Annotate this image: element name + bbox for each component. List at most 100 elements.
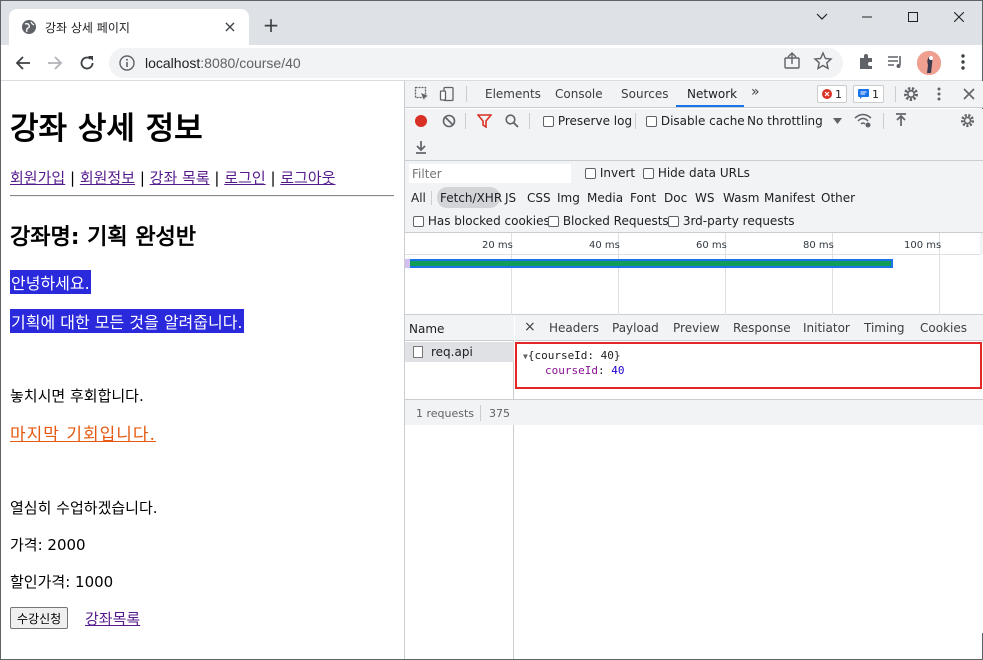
share-icon[interactable] bbox=[783, 52, 801, 70]
preserve-log-checkbox[interactable] bbox=[543, 116, 554, 127]
network-filter-bar: Invert Hide data URLs All Fetch/XHR JS C… bbox=[405, 161, 983, 233]
network-toolbar: Preserve log Disable cache No throttling bbox=[405, 109, 983, 161]
tab-strip: 강좌 상세 페이지 × + bbox=[1, 1, 982, 45]
has-blocked-cookies-checkbox[interactable] bbox=[413, 216, 424, 227]
tab-sources[interactable]: Sources bbox=[621, 87, 668, 101]
filter-input[interactable] bbox=[409, 164, 571, 183]
forward-arrow-icon[interactable] bbox=[41, 49, 69, 77]
course-title: 강좌명: 기획 완성반 bbox=[10, 225, 197, 250]
throttling-dropdown-icon[interactable] bbox=[833, 118, 842, 124]
tab-close-icon[interactable]: × bbox=[221, 18, 239, 36]
device-toolbar-icon[interactable] bbox=[439, 86, 455, 102]
throttling-select[interactable]: No throttling bbox=[747, 114, 823, 128]
json-root-node[interactable]: ▼{courseId: 40} bbox=[523, 349, 621, 362]
request-list-header[interactable]: Name bbox=[405, 315, 514, 341]
dont-miss-text: 놓치시면 후회합니다. bbox=[10, 387, 144, 405]
network-settings-gear-icon[interactable] bbox=[960, 113, 975, 128]
new-tab-button[interactable]: + bbox=[259, 13, 283, 37]
clear-icon[interactable] bbox=[442, 114, 456, 128]
network-timeline-overview[interactable]: 20 ms 40 ms 60 ms 80 ms 100 ms bbox=[405, 233, 983, 315]
third-party-label: 3rd-party requests bbox=[682, 214, 795, 228]
filter-funnel-icon[interactable] bbox=[477, 114, 492, 128]
filter-type-ws[interactable]: WS bbox=[695, 191, 714, 205]
detail-tab-initiator[interactable]: Initiator bbox=[803, 321, 850, 335]
hide-data-urls-checkbox[interactable] bbox=[643, 168, 654, 179]
detail-tab-preview[interactable]: Preview bbox=[673, 321, 720, 335]
nav-link-member-info[interactable]: 회원정보 bbox=[80, 169, 135, 187]
filter-type-manifest[interactable]: Manifest bbox=[764, 191, 815, 205]
filter-type-js[interactable]: JS bbox=[505, 191, 516, 205]
detail-tab-response[interactable]: Response bbox=[733, 321, 791, 335]
bookmark-star-icon[interactable] bbox=[813, 51, 833, 71]
has-blocked-cookies-label: Has blocked cookies bbox=[427, 214, 550, 228]
inspect-element-icon[interactable] bbox=[414, 86, 430, 102]
third-party-checkbox[interactable] bbox=[668, 216, 679, 227]
info-icon[interactable] bbox=[119, 55, 135, 71]
json-value: 40 bbox=[611, 364, 625, 377]
minimize-icon[interactable] bbox=[844, 1, 890, 33]
tab-console[interactable]: Console bbox=[555, 87, 603, 101]
profile-avatar[interactable] bbox=[917, 51, 941, 75]
filter-type-fetch-xhr[interactable]: Fetch/XHR bbox=[440, 191, 502, 205]
message-count-badge[interactable]: 1 bbox=[853, 85, 884, 103]
devtools-menu-icon[interactable] bbox=[931, 86, 947, 102]
nav-link-login[interactable]: 로그인 bbox=[224, 169, 265, 187]
tab-elements[interactable]: Elements bbox=[485, 87, 541, 101]
course-list-link[interactable]: 강좌목록 bbox=[85, 608, 140, 629]
detail-tab-bar: × Headers Payload Preview Response Initi… bbox=[515, 315, 983, 341]
json-property: courseId: 40 bbox=[545, 364, 625, 377]
has-blocked-cookies-toggle[interactable]: Has blocked cookies bbox=[413, 214, 550, 228]
detail-tab-payload[interactable]: Payload bbox=[612, 321, 659, 335]
more-menu-icon[interactable] bbox=[955, 53, 971, 71]
tab-search-icon[interactable] bbox=[799, 1, 845, 33]
blocked-requests-checkbox[interactable] bbox=[548, 216, 559, 227]
detail-tab-timing[interactable]: Timing bbox=[864, 321, 905, 335]
record-icon[interactable] bbox=[414, 114, 428, 128]
error-count-badge[interactable]: 1 bbox=[817, 85, 847, 103]
disable-cache-checkbox[interactable] bbox=[646, 116, 657, 127]
close-devtools-icon[interactable] bbox=[961, 86, 977, 102]
course-description: 기획에 대한 모든 것을 알려줍니다. bbox=[10, 309, 244, 333]
close-detail-icon[interactable]: × bbox=[524, 319, 536, 335]
filter-type-media[interactable]: Media bbox=[587, 191, 623, 205]
search-icon[interactable] bbox=[505, 114, 519, 128]
timeline-tick: 40 ms bbox=[589, 240, 620, 251]
back-arrow-icon[interactable] bbox=[9, 49, 37, 77]
preserve-log-toggle[interactable]: Preserve log bbox=[543, 114, 632, 128]
export-har-icon[interactable] bbox=[414, 140, 428, 155]
browser-toolbar: localhost:8080/course/40 bbox=[1, 45, 982, 81]
disable-cache-toggle[interactable]: Disable cache bbox=[646, 114, 745, 128]
hide-data-urls-toggle[interactable]: Hide data URLs bbox=[643, 166, 750, 180]
filter-type-css[interactable]: CSS bbox=[527, 191, 551, 205]
detail-tab-cookies[interactable]: Cookies bbox=[920, 321, 967, 335]
invert-checkbox[interactable] bbox=[585, 168, 596, 179]
invert-toggle[interactable]: Invert bbox=[585, 166, 635, 180]
nav-link-course-list[interactable]: 강좌 목록 bbox=[150, 169, 210, 187]
reload-icon[interactable] bbox=[73, 49, 101, 77]
media-control-icon[interactable] bbox=[886, 53, 904, 71]
filter-type-img[interactable]: Img bbox=[557, 191, 580, 205]
settings-gear-icon[interactable] bbox=[903, 86, 919, 102]
request-row[interactable]: req.api bbox=[405, 342, 514, 362]
extensions-puzzle-icon[interactable] bbox=[857, 53, 875, 71]
filter-type-other[interactable]: Other bbox=[821, 191, 855, 205]
network-conditions-icon[interactable] bbox=[854, 113, 872, 128]
filter-type-font[interactable]: Font bbox=[630, 191, 656, 205]
nav-link-signup[interactable]: 회원가입 bbox=[10, 169, 65, 187]
enroll-button[interactable]: 수강신청 bbox=[10, 607, 69, 629]
filter-type-wasm[interactable]: Wasm bbox=[723, 191, 759, 205]
maximize-icon[interactable] bbox=[890, 1, 936, 33]
filter-type-doc[interactable]: Doc bbox=[664, 191, 687, 205]
third-party-toggle[interactable]: 3rd-party requests bbox=[668, 214, 795, 228]
more-tabs-icon[interactable]: » bbox=[751, 84, 760, 100]
detail-tab-headers[interactable]: Headers bbox=[549, 321, 599, 335]
request-waterfall-waiting bbox=[409, 261, 891, 266]
blocked-requests-toggle[interactable]: Blocked Requests bbox=[548, 214, 669, 228]
nav-link-logout[interactable]: 로그아웃 bbox=[280, 169, 335, 187]
import-har-icon[interactable] bbox=[894, 113, 908, 128]
filter-type-all[interactable]: All bbox=[411, 191, 426, 205]
browser-tab[interactable]: 강좌 상세 페이지 × bbox=[9, 9, 249, 45]
address-bar[interactable]: localhost:8080/course/40 bbox=[109, 48, 843, 78]
close-window-icon[interactable] bbox=[936, 1, 982, 33]
tab-network[interactable]: Network bbox=[687, 87, 737, 101]
